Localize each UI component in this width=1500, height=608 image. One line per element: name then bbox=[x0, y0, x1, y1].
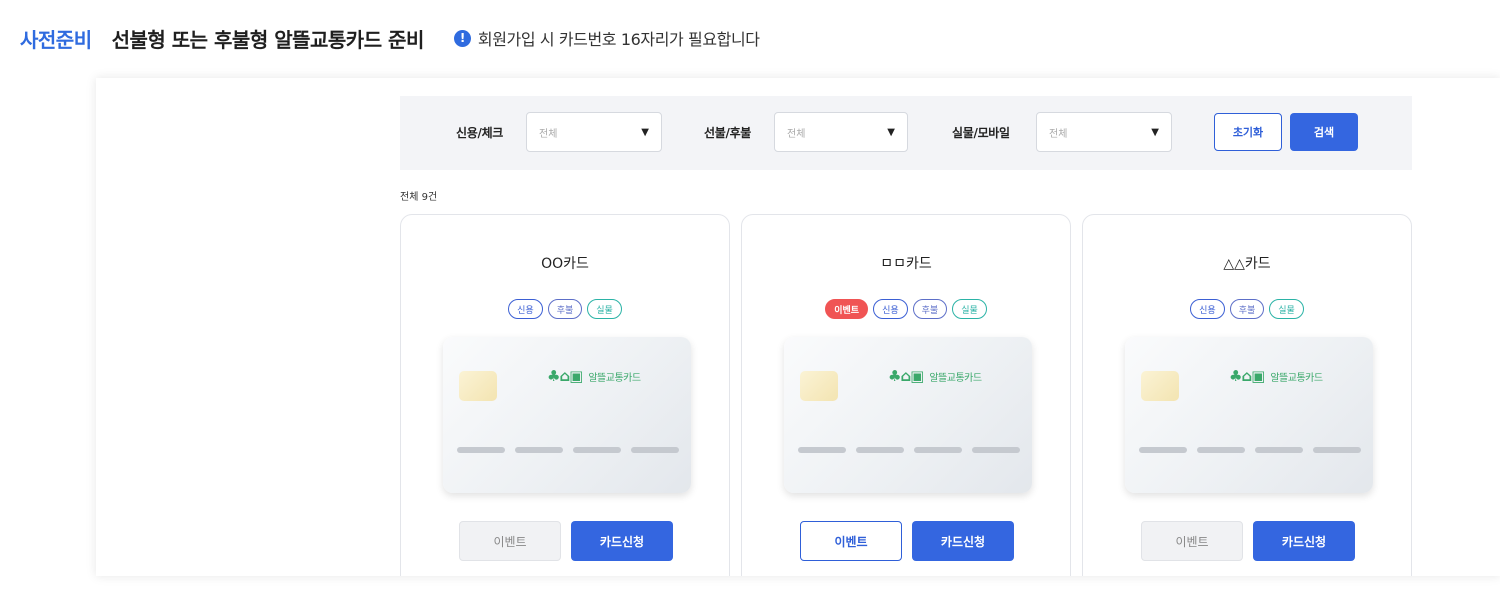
card-name: OO카드 bbox=[541, 256, 589, 272]
tag-credit: 신용 bbox=[508, 299, 543, 319]
filter-label-prepaid-postpaid: 선불/후불 bbox=[704, 126, 752, 140]
card-number-dash bbox=[972, 447, 1020, 453]
card-tags: 이벤트 신용 후불 실물 bbox=[742, 299, 1070, 319]
physical-mobile-select[interactable]: 전체 ▼ bbox=[1036, 112, 1172, 152]
dropdown-caret-icon: ▼ bbox=[1151, 126, 1159, 138]
card-number-dash bbox=[856, 447, 904, 453]
card-logo-icon: ♣⌂▣ bbox=[888, 367, 924, 385]
filter-label-physical-mobile: 실물/모바일 bbox=[952, 126, 1010, 140]
card-image: ♣⌂▣ 알뜰교통카드 bbox=[443, 337, 691, 493]
select-value: 전체 bbox=[787, 128, 806, 140]
card-number-dash bbox=[1197, 447, 1245, 453]
select-value: 전체 bbox=[1049, 128, 1068, 140]
card-number-dash bbox=[515, 447, 563, 453]
prepaid-postpaid-select[interactable]: 전체 ▼ bbox=[774, 112, 908, 152]
tag-postpaid: 후불 bbox=[912, 299, 948, 319]
card-chip-icon bbox=[459, 371, 497, 401]
tag-credit: 신용 bbox=[873, 299, 908, 319]
event-button[interactable]: 이벤트 bbox=[800, 521, 902, 561]
card-name: △△카드 bbox=[1223, 256, 1271, 272]
card-chip-icon bbox=[1141, 371, 1179, 401]
tag-postpaid: 후불 bbox=[1229, 299, 1265, 319]
section-header: 사전준비 선불형 또는 후불형 알뜰교통카드 준비 ! 회원가입 시 카드번호 … bbox=[20, 18, 760, 58]
card-number-dash bbox=[798, 447, 846, 453]
card-tags: 신용 후불 실물 bbox=[401, 299, 729, 319]
card-image: ♣⌂▣ 알뜰교통카드 bbox=[784, 337, 1032, 493]
card-logo-icon: ♣⌂▣ bbox=[1229, 367, 1265, 385]
notice-text: 회원가입 시 카드번호 16자리가 필요합니다 bbox=[477, 30, 760, 49]
filter-label-credit-check: 신용/체크 bbox=[456, 126, 504, 140]
card-chip-icon bbox=[800, 371, 838, 401]
card-number-placeholder bbox=[1139, 447, 1361, 453]
step-label: 사전준비 bbox=[20, 27, 92, 52]
tag-credit: 신용 bbox=[1190, 299, 1225, 319]
card-logo: ♣⌂▣ 알뜰교통카드 bbox=[888, 367, 982, 385]
tag-physical: 실물 bbox=[1269, 299, 1304, 319]
tag-physical: 실물 bbox=[952, 299, 987, 319]
tag-event: 이벤트 bbox=[825, 299, 869, 319]
card-logo-text: 알뜰교통카드 bbox=[588, 372, 641, 384]
section-title: 선불형 또는 후불형 알뜰교통카드 준비 bbox=[111, 27, 425, 52]
card-logo: ♣⌂▣ 알뜰교통카드 bbox=[1229, 367, 1323, 385]
card-number-dash bbox=[914, 447, 962, 453]
card-number-dash bbox=[1313, 447, 1361, 453]
card-number-dash bbox=[1139, 447, 1187, 453]
card-number-dash bbox=[1255, 447, 1303, 453]
card-number-dash bbox=[573, 447, 621, 453]
card-tags: 신용 후불 실물 bbox=[1083, 299, 1411, 319]
search-button[interactable]: 검색 bbox=[1290, 113, 1358, 151]
apply-card-button[interactable]: 카드신청 bbox=[912, 521, 1014, 561]
card-number-placeholder bbox=[798, 447, 1020, 453]
card-item: ㅁㅁ카드 이벤트 신용 후불 실물 ♣⌂▣ 알뜰교통카드 이벤트 카드신청 bbox=[741, 214, 1071, 576]
select-value: 전체 bbox=[539, 128, 558, 140]
card-number-dash bbox=[631, 447, 679, 453]
card-logo-text: 알뜰교통카드 bbox=[1270, 372, 1323, 384]
card-logo-text: 알뜰교통카드 bbox=[929, 372, 982, 384]
result-count: 전체 9건 bbox=[400, 192, 438, 203]
reset-button[interactable]: 초기화 bbox=[1214, 113, 1282, 151]
notice-info-icon: ! bbox=[453, 29, 471, 47]
notice: ! 회원가입 시 카드번호 16자리가 필요합니다 bbox=[453, 26, 760, 50]
card-logo: ♣⌂▣ 알뜰교통카드 bbox=[547, 367, 641, 385]
card-item: △△카드 신용 후불 실물 ♣⌂▣ 알뜰교통카드 이벤트 카드신청 bbox=[1082, 214, 1412, 576]
card-logo-icon: ♣⌂▣ bbox=[547, 367, 583, 385]
card-number-placeholder bbox=[457, 447, 679, 453]
tag-postpaid: 후불 bbox=[547, 299, 583, 319]
dropdown-caret-icon: ▼ bbox=[641, 126, 649, 138]
card-image: ♣⌂▣ 알뜰교통카드 bbox=[1125, 337, 1373, 493]
filter-bar: 신용/체크 전체 ▼ 선불/후불 전체 ▼ 실물/모바일 전체 ▼ 초기화 검색 bbox=[400, 96, 1412, 170]
apply-card-button[interactable]: 카드신청 bbox=[1253, 521, 1355, 561]
apply-card-button[interactable]: 카드신청 bbox=[571, 521, 673, 561]
credit-check-select[interactable]: 전체 ▼ bbox=[526, 112, 662, 152]
event-button[interactable]: 이벤트 bbox=[1141, 521, 1243, 561]
tag-physical: 실물 bbox=[587, 299, 622, 319]
dropdown-caret-icon: ▼ bbox=[887, 126, 895, 138]
event-button[interactable]: 이벤트 bbox=[459, 521, 561, 561]
card-item: OO카드 신용 후불 실물 ♣⌂▣ 알뜰교통카드 이벤트 카드신청 bbox=[400, 214, 730, 576]
card-name: ㅁㅁ카드 bbox=[880, 256, 932, 272]
card-list-panel: 신용/체크 전체 ▼ 선불/후불 전체 ▼ 실물/모바일 전체 ▼ 초기화 검색… bbox=[96, 78, 1500, 576]
card-number-dash bbox=[457, 447, 505, 453]
